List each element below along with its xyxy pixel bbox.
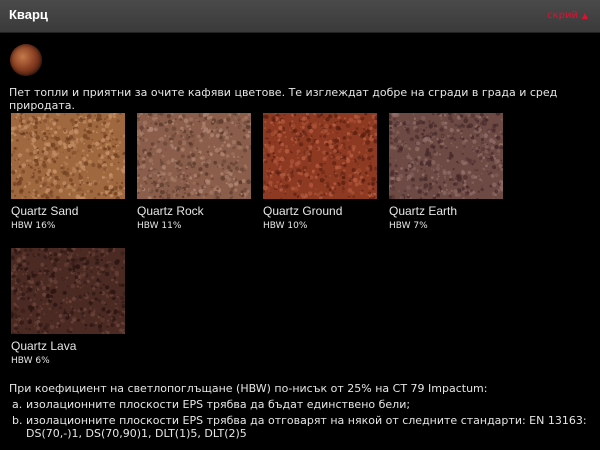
swatch-name: Quartz Ground <box>263 204 343 218</box>
note-text: изолационните плоскости EPS трябва да бъ… <box>26 398 411 411</box>
hide-link[interactable]: скрий <box>547 10 578 21</box>
panel-title: Кварц <box>9 7 48 22</box>
arrow-up-icon[interactable]: ▲ <box>582 11 588 20</box>
swatch-texture <box>386 110 506 201</box>
swatch-quartz-sand[interactable] <box>9 111 127 201</box>
swatch-quartz-lava[interactable] <box>9 246 128 336</box>
note-marker: a. <box>12 398 23 411</box>
swatch-quartz-rock[interactable] <box>134 110 253 201</box>
note-item-a: a. изолационните плоскости EPS трябва да … <box>12 398 586 411</box>
swatch-texture <box>261 111 379 201</box>
swatch-hbw: HBW 11% <box>137 221 182 231</box>
notes-intro: При коефициент на светлопоглъщане (HBW) … <box>9 382 488 395</box>
swatch-name: Quartz Lava <box>11 339 77 353</box>
swatch-hbw: HBW 16% <box>11 221 56 231</box>
swatch-name: Quartz Rock <box>137 204 204 218</box>
intro-text: Пет топли и приятни за очите кафяви цвет… <box>9 86 558 112</box>
swatch-quartz-ground[interactable] <box>261 111 379 201</box>
swatch-texture <box>9 246 128 336</box>
swatch-name: Quartz Sand <box>11 204 79 218</box>
note-text: изолационните плоскости EPS трябва да от… <box>26 414 587 440</box>
swatch-hbw: HBW 6% <box>11 356 50 366</box>
panel-header: Кварц скрий ▲ <box>0 0 600 33</box>
swatch-texture <box>134 110 253 201</box>
note-item-b: b. изолационните плоскости EPS трябва да … <box>12 414 598 440</box>
swatch-texture <box>9 111 127 201</box>
swatch-hbw: HBW 7% <box>389 221 428 231</box>
note-marker: b. <box>12 414 23 427</box>
swatch-name: Quartz Earth <box>389 204 458 218</box>
quartz-logo-icon <box>10 44 42 76</box>
swatch-hbw: HBW 10% <box>263 221 308 231</box>
swatch-quartz-earth[interactable] <box>386 110 506 201</box>
